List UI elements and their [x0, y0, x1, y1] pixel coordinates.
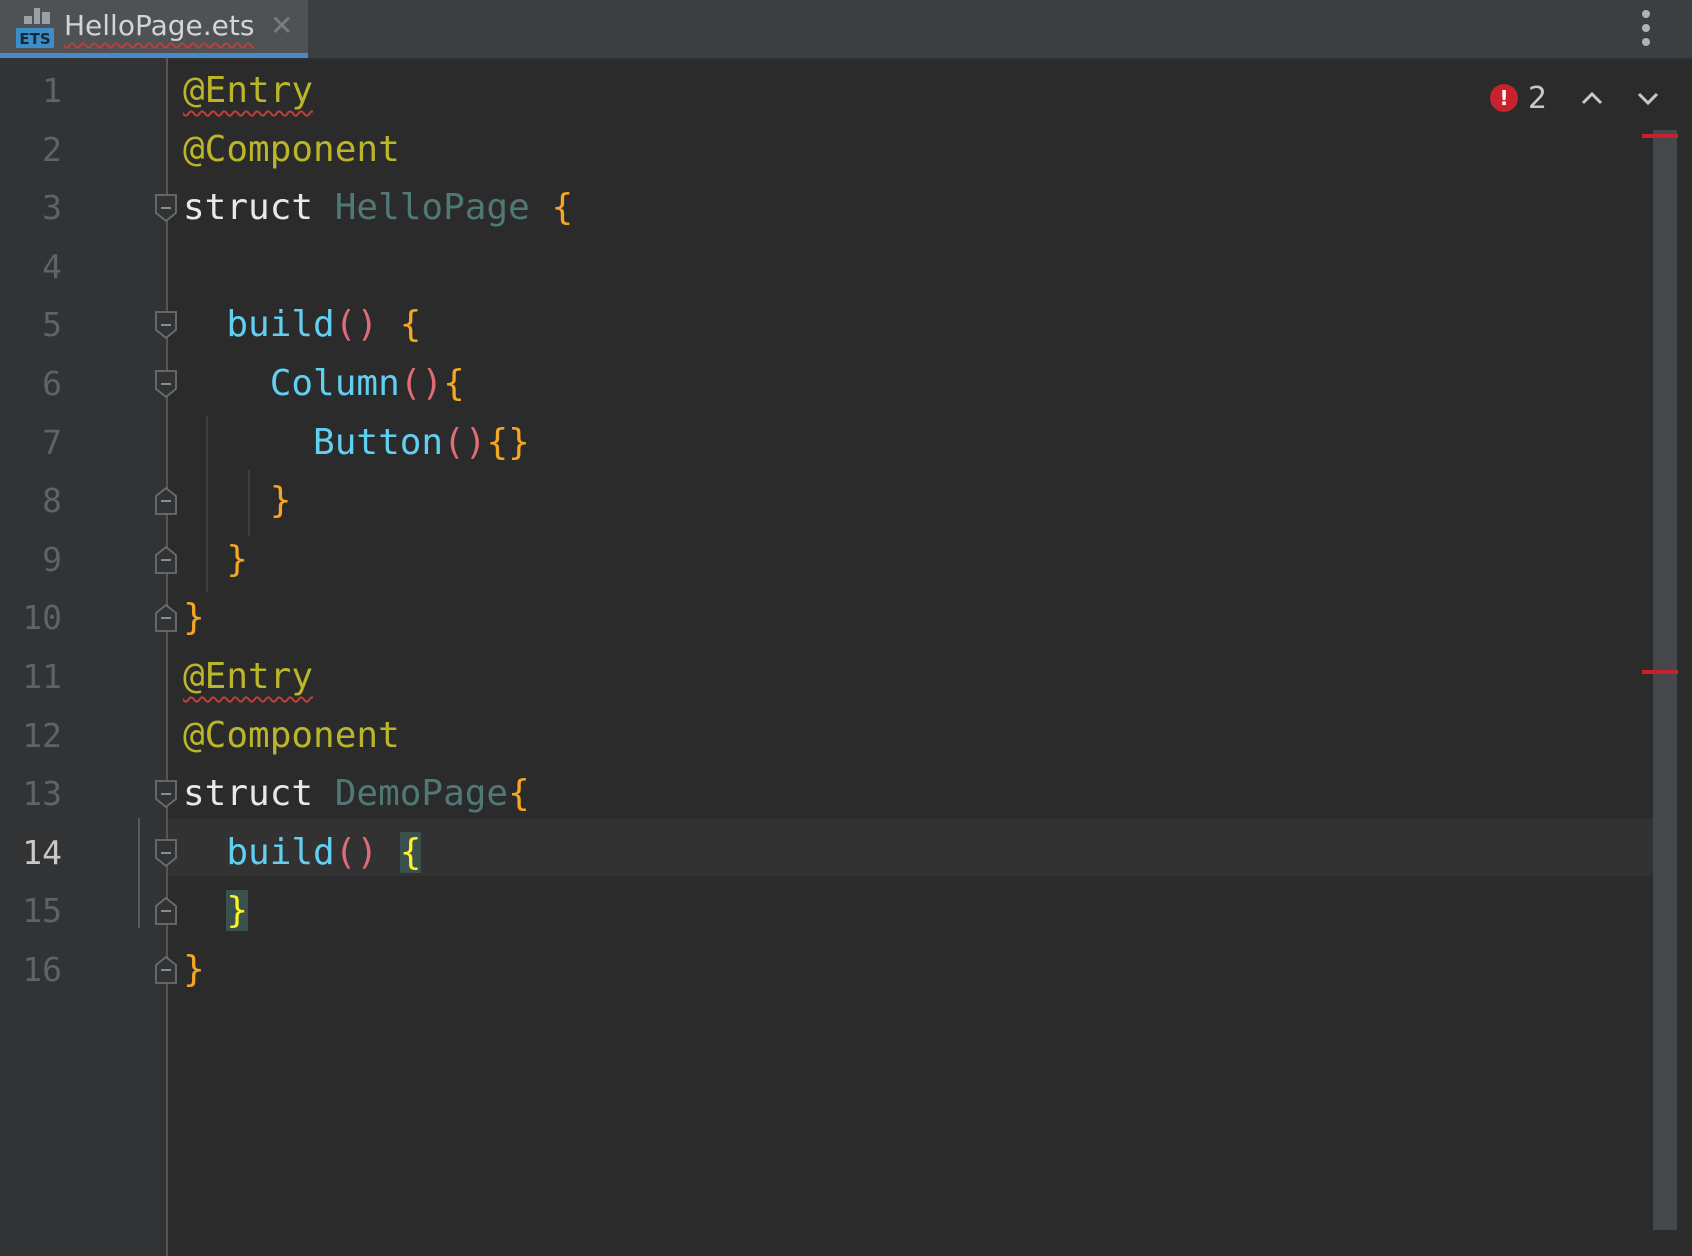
code-line[interactable]: }: [183, 472, 292, 530]
code-line[interactable]: Column(){: [183, 355, 465, 413]
code-line[interactable]: struct HelloPage {: [183, 179, 573, 237]
line-number[interactable]: 5: [0, 296, 62, 354]
tab-title: HelloPage.ets: [64, 9, 255, 42]
line-number[interactable]: 1: [0, 62, 62, 120]
code-line[interactable]: }: [183, 941, 205, 999]
error-icon[interactable]: !: [1490, 84, 1518, 112]
code-line[interactable]: build() {: [183, 296, 421, 354]
line-number[interactable]: 16: [0, 941, 62, 999]
indent-guide: [138, 818, 140, 928]
code-token: @Entry: [183, 656, 314, 697]
code-token: {: [399, 831, 422, 873]
code-token: DemoPage: [334, 773, 509, 815]
code-token: HelloPage: [334, 187, 530, 229]
svg-text:ETS: ETS: [19, 30, 50, 48]
code-token: (): [334, 304, 379, 346]
fold-collapse-icon[interactable]: [154, 369, 178, 399]
code-token: @Entry: [183, 70, 314, 111]
editor-tab-bar: ETS HelloPage.ets ✕: [0, 0, 1692, 59]
line-number[interactable]: 9: [0, 531, 62, 589]
fold-collapse-icon[interactable]: [154, 193, 178, 223]
line-number[interactable]: 14: [0, 824, 62, 882]
code-token: {: [443, 363, 465, 404]
code-token: }: [183, 949, 205, 990]
code-token: struct: [183, 187, 335, 229]
code-token: }: [183, 597, 205, 639]
code-token: @Component: [183, 128, 400, 170]
more-options-icon[interactable]: [1634, 4, 1658, 54]
line-number[interactable]: 10: [0, 589, 62, 647]
code-token: {: [551, 187, 574, 229]
code-token: (): [334, 831, 379, 873]
line-number-gutter: 1 2 3 4 5 6 7 8 9 10 11 12 13 14 15 16: [0, 58, 166, 1256]
close-icon[interactable]: ✕: [270, 8, 293, 44]
code-line[interactable]: }: [183, 531, 248, 589]
code-line[interactable]: @Component: [183, 707, 400, 765]
line-number[interactable]: 7: [0, 414, 62, 472]
code-token: {: [399, 304, 422, 346]
code-token: (): [399, 363, 444, 404]
fold-end-icon[interactable]: [154, 545, 178, 575]
code-line[interactable]: @Component: [183, 121, 400, 179]
ets-file-icon: ETS: [16, 8, 54, 48]
code-line[interactable]: @Entry: [183, 62, 313, 120]
line-number[interactable]: 2: [0, 121, 62, 179]
code-token: struct: [183, 773, 335, 815]
vertical-scrollbar[interactable]: [1653, 130, 1677, 1230]
code-token: }: [226, 890, 249, 932]
fold-end-icon[interactable]: [154, 955, 178, 985]
chevron-up-icon[interactable]: [1578, 84, 1606, 112]
code-line[interactable]: @Entry: [183, 648, 313, 706]
line-number[interactable]: 12: [0, 707, 62, 765]
inspection-widget[interactable]: ! 2: [1490, 78, 1659, 118]
code-line[interactable]: build() {: [183, 824, 422, 882]
chevron-down-icon[interactable]: [1634, 84, 1662, 112]
line-number[interactable]: 11: [0, 648, 62, 706]
fold-collapse-icon[interactable]: [154, 838, 178, 868]
code-token: Column: [269, 363, 400, 404]
code-token: {}: [486, 421, 530, 463]
line-number[interactable]: 6: [0, 355, 62, 413]
code-token: {: [508, 773, 530, 815]
fold-end-icon[interactable]: [154, 603, 178, 633]
fold-end-icon[interactable]: [154, 896, 178, 926]
code-editor[interactable]: @Entry @Component struct HelloPage { build…: [138, 58, 1676, 1256]
error-count[interactable]: 2: [1528, 81, 1547, 116]
code-token: (): [443, 421, 487, 463]
code-token: @Component: [183, 714, 400, 756]
code-line[interactable]: }: [183, 882, 249, 940]
line-number[interactable]: 13: [0, 765, 62, 823]
code-token: Button: [313, 421, 444, 463]
error-stripe-marker[interactable]: [1642, 670, 1678, 674]
fold-end-icon[interactable]: [154, 486, 178, 516]
error-stripe-marker[interactable]: [1642, 134, 1678, 138]
code-line[interactable]: Button(){}: [183, 414, 530, 472]
code-token: }: [269, 480, 292, 522]
code-line[interactable]: struct DemoPage{: [183, 765, 530, 823]
line-number[interactable]: 3: [0, 179, 62, 237]
line-number[interactable]: 8: [0, 472, 62, 530]
fold-collapse-icon[interactable]: [154, 779, 178, 809]
code-token: }: [226, 538, 249, 580]
tab-hellopage[interactable]: ETS HelloPage.ets ✕: [0, 0, 308, 58]
code-token: build: [226, 831, 335, 873]
line-number[interactable]: 15: [0, 882, 62, 940]
line-number[interactable]: 4: [0, 238, 62, 296]
code-line[interactable]: }: [183, 589, 205, 647]
code-token: build: [226, 304, 335, 346]
fold-collapse-icon[interactable]: [154, 310, 178, 340]
